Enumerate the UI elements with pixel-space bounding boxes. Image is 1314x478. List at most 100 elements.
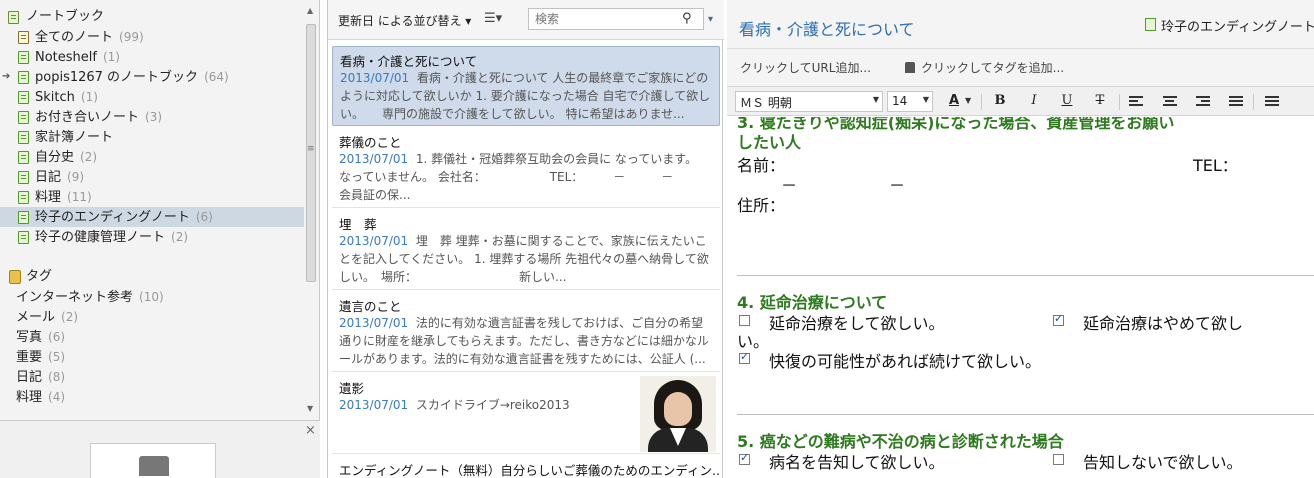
sidebar-item-health-note[interactable]: 玲子の健康管理ノート (2)	[0, 227, 304, 247]
sidebar-item-label: Noteshelf	[35, 50, 97, 65]
note-title-field[interactable]: 看病・介護と死について	[739, 16, 915, 40]
note-count: (1)	[102, 50, 120, 64]
note-count: (1)	[80, 90, 98, 104]
sidebar-item-label: 玲子の健康管理ノート	[35, 230, 166, 245]
sidebar-item-ryouri[interactable]: 料理 (11)	[0, 187, 304, 207]
note-title: 看病・介護と死について	[340, 54, 478, 69]
tag-item[interactable]: 料理 (4)	[0, 387, 304, 407]
checkbox-sec5-opt2[interactable]	[1053, 454, 1064, 465]
sidebar-item-jibunshi[interactable]: 自分史 (2)	[0, 147, 304, 167]
add-tag-field[interactable]: クリックしてタグを追加...	[905, 59, 1064, 76]
sidebar-item-nikki[interactable]: 日記 (9)	[0, 167, 304, 187]
note-list-toolbar: 更新日 による並び替え ▾ ☰▾ ⚲ ▾	[328, 0, 724, 40]
font-size-select[interactable]: 14 ▼	[887, 91, 933, 112]
sidebar-item-label: 家計簿ノート	[35, 130, 114, 145]
tag-item[interactable]: インターネット参考 (10)	[0, 287, 304, 307]
chevron-down-icon[interactable]: ▾	[708, 14, 713, 25]
justify-icon[interactable]	[1229, 96, 1243, 108]
notebook-icon	[18, 151, 29, 164]
note-date: 2013/07/01	[339, 398, 409, 412]
note-item[interactable]: 遺言のこと 2013/07/01 法的に有効な遺言証書を残しておけば、ご自分の希…	[332, 292, 720, 372]
tag-count: (2)	[61, 310, 79, 324]
sidebar-item-noteshelf[interactable]: Noteshelf (1)	[0, 47, 304, 67]
checkbox-sec5-opt1[interactable]	[739, 451, 750, 465]
tag-item[interactable]: 重要 (5)	[0, 347, 304, 367]
note-title: 埋 葬	[339, 217, 377, 232]
tags-header[interactable]: タグ	[0, 267, 304, 287]
checkbox-sec4-opt2[interactable]	[1053, 312, 1064, 326]
sidebar-item-label: Skitch	[35, 90, 75, 105]
sidebar-scrollbar[interactable]: ▲ ≡ ▼	[304, 6, 318, 416]
font-color-button[interactable]: A	[943, 93, 965, 111]
note-item[interactable]: エンディングノート（無料）自分らしいご葬儀のためのエンディン...	[332, 456, 720, 478]
add-url-field[interactable]: クリックしてURL追加...	[740, 59, 871, 76]
checkbox-sec4-opt3[interactable]	[739, 350, 750, 364]
note-count: (2)	[171, 230, 189, 244]
note-item[interactable]: 埋 葬 2013/07/01 埋 葬 埋葬・お墓に関することで、家族に伝えたいこ…	[332, 210, 720, 290]
align-center-icon[interactable]	[1163, 96, 1177, 108]
close-icon[interactable]: ×	[305, 423, 316, 438]
note-title: 葬儀のこと	[339, 135, 402, 150]
tag-count: (6)	[48, 330, 66, 344]
tag-folder-icon	[9, 270, 21, 284]
sidebar-item-kakeibo[interactable]: 家計簿ノート	[0, 127, 304, 147]
portrait-thumbnail	[640, 376, 716, 452]
metadata-bar: クリックしてURL追加... クリックしてタグを追加...	[727, 48, 1314, 86]
sidebar-item-skitch[interactable]: Skitch (1)	[0, 87, 304, 107]
address-label: 住所：	[737, 196, 786, 215]
sidebar-item-otsukiai[interactable]: お付き合いノート (3)	[0, 107, 304, 127]
scroll-up-icon[interactable]: ▲	[307, 6, 313, 15]
sort-dropdown[interactable]: 更新日 による並び替え ▾	[338, 12, 471, 29]
tag-label: 日記	[16, 370, 43, 385]
search-input[interactable]	[528, 8, 704, 30]
view-options-button[interactable]: ☰▾	[484, 11, 502, 26]
notebook-icon	[18, 211, 29, 224]
sidebar-item-ending-note[interactable]: 玲子のエンディングノート (6)	[0, 207, 304, 227]
note-count: (6)	[195, 210, 213, 224]
checkbox-sec4-opt1[interactable]	[739, 315, 750, 326]
tag-count: (10)	[139, 290, 164, 304]
tag-item[interactable]: 写真 (6)	[0, 327, 304, 347]
tag-count: (5)	[48, 350, 66, 364]
notebook-icon	[18, 231, 29, 244]
note-count: (99)	[119, 30, 144, 44]
note-item[interactable]: 葬儀のこと 2013/07/01 1. 葬儀社・冠婚葬祭互助会の会員に なってい…	[332, 128, 720, 208]
sidebar-item-label: 自分史	[35, 150, 75, 165]
font-family-select[interactable]: ＭＳ 明朝 ▼	[735, 91, 883, 112]
sidebar-item-all-notes[interactable]: 全てのノート (99)	[0, 27, 304, 47]
notebooks-header[interactable]: ノートブック	[0, 7, 304, 27]
tag-item[interactable]: 日記 (8)	[0, 367, 304, 387]
section-3-heading-cont: したい人	[737, 133, 802, 152]
tag-item[interactable]: メール (2)	[0, 307, 304, 327]
chevron-down-icon: ▼	[922, 95, 929, 104]
note-body[interactable]: 3. 寝たきりや認知症(痴呆)になった場合、資産管理をお願い したい人 名前： …	[727, 117, 1314, 478]
option-label-wrap: い。	[737, 332, 770, 351]
sidebar-item-label: お付き合いノート	[35, 110, 140, 125]
font-family-value: ＭＳ 明朝	[740, 96, 792, 110]
strikethrough-button[interactable]: T	[1089, 93, 1111, 111]
search-icon[interactable]: ⚲	[682, 11, 692, 26]
align-right-icon[interactable]	[1196, 96, 1210, 108]
sidebar-item-label: popis1267 のノートブック	[35, 70, 199, 85]
left-panel: ノートブック 全てのノート (99) Noteshelf (1) ➔ popis12…	[0, 0, 320, 478]
note-date: 2013/07/01	[339, 234, 409, 248]
bold-button[interactable]: B	[989, 93, 1011, 111]
note-snippet: 2013/07/01 スカイドライブ→reiko2013	[339, 396, 629, 414]
chevron-down-icon[interactable]: ▼	[965, 96, 971, 105]
dash: －	[889, 176, 906, 195]
tag-count: (8)	[48, 370, 66, 384]
notebook-icon	[18, 171, 29, 184]
underline-button[interactable]: U	[1056, 93, 1078, 111]
align-left-icon[interactable]	[1129, 96, 1143, 108]
italic-button[interactable]: I	[1023, 93, 1045, 111]
horizontal-rule	[737, 275, 1314, 276]
bullet-list-icon[interactable]	[1265, 96, 1279, 108]
notebook-selector[interactable]: 玲子のエンディングノート	[1137, 12, 1314, 38]
font-size-value: 14	[892, 94, 908, 108]
sidebar-item-popis1267[interactable]: ➔ popis1267 のノートブック (64)	[0, 67, 304, 87]
thumbnail-panel: ×	[0, 420, 320, 478]
note-item[interactable]: 看病・介護と死について 2013/07/01 看病・介護と死について 人生の最終…	[332, 46, 720, 126]
note-snippet: 2013/07/01 法的に有効な遺言証書を残しておけば、ご自分の希望通りに財産…	[339, 314, 713, 368]
note-item[interactable]: 遺影 2013/07/01 スカイドライブ→reiko2013	[332, 374, 720, 454]
scroll-down-icon[interactable]: ▼	[307, 404, 313, 413]
